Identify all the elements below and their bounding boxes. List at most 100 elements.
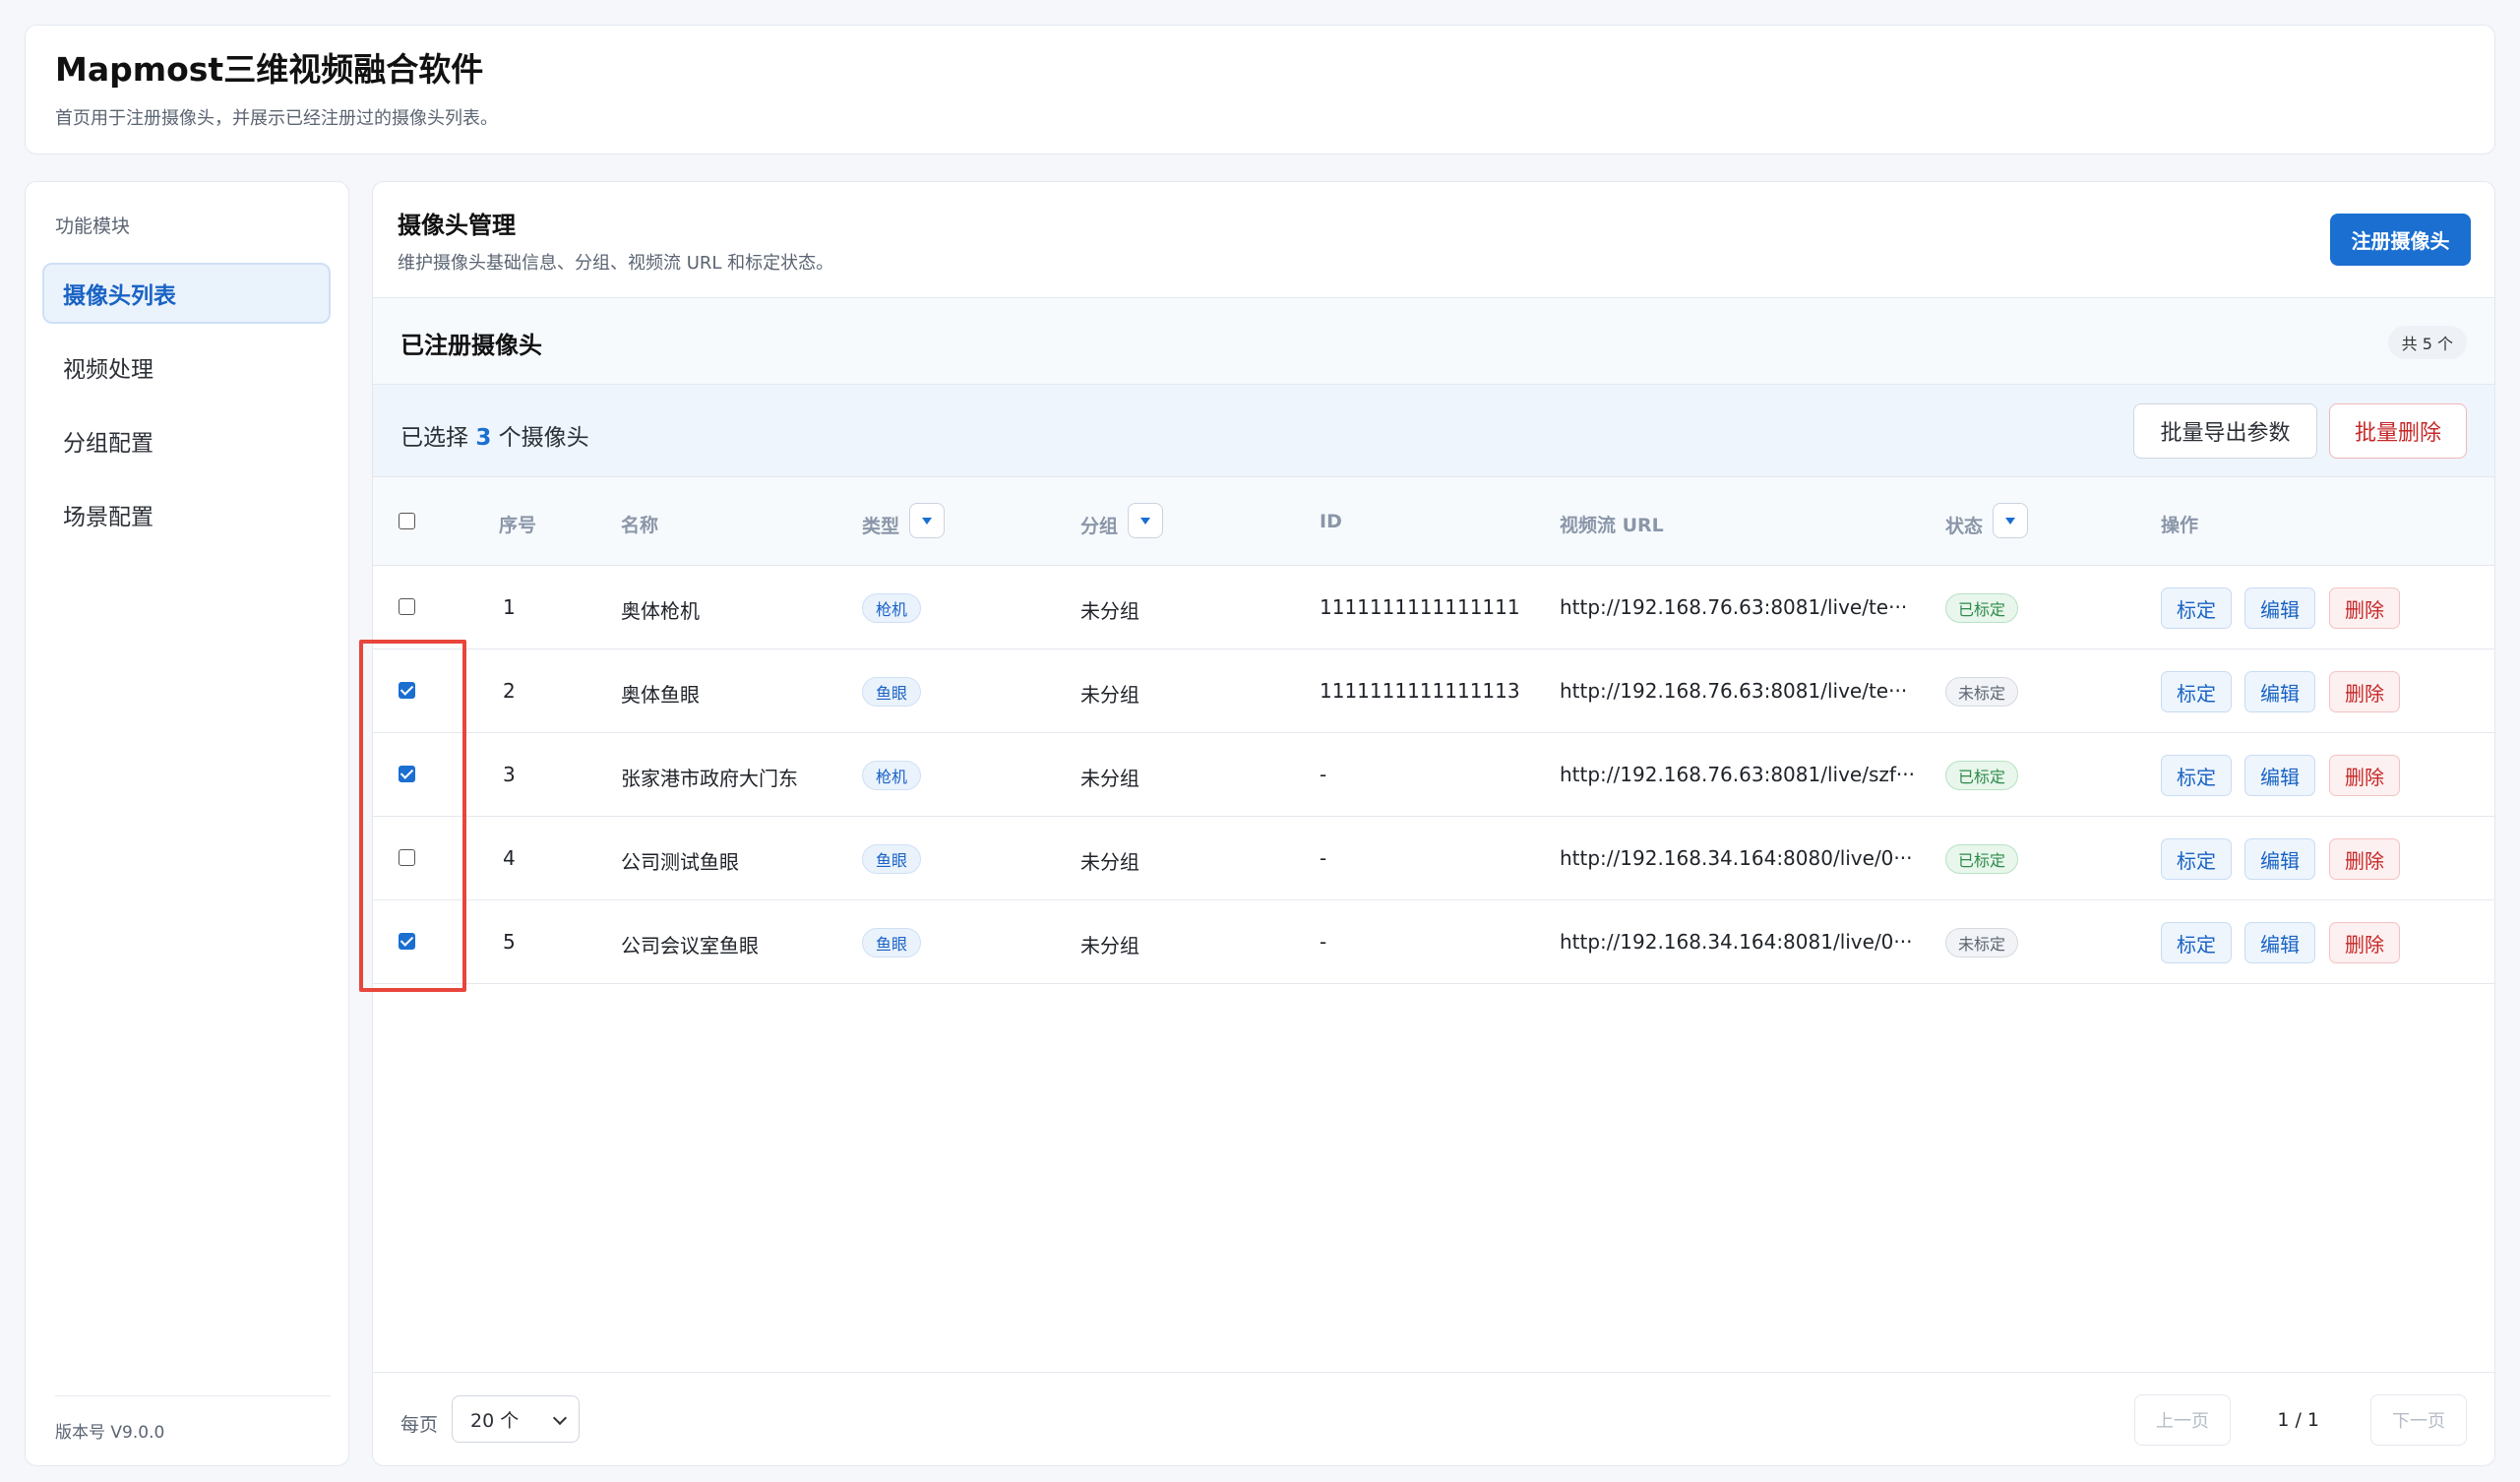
row-type-tag: 鱼眼: [862, 677, 922, 707]
sidebar-item-scene-config[interactable]: 场景配置: [42, 484, 331, 545]
list-title-bar: 已注册摄像头 共 5 个: [373, 298, 2494, 385]
prev-page-button[interactable]: 上一页: [2134, 1394, 2231, 1446]
delete-button[interactable]: 删除: [2329, 838, 2400, 880]
calibrate-button[interactable]: 标定: [2161, 838, 2232, 880]
sidebar-nav: 摄像头列表 视频处理 分组配置 场景配置: [42, 263, 331, 558]
row-index: 1: [503, 595, 516, 619]
row-group: 未分组: [1080, 767, 1139, 790]
row-url: http://192.168.34.164:8081/live/0···: [1560, 930, 1913, 954]
type-filter-button[interactable]: [909, 503, 946, 538]
row-type-tag: 枪机: [862, 761, 922, 790]
table-row: 5 公司会议室鱼眼 鱼眼 未分组 - http://192.168.34.164…: [373, 900, 2494, 984]
app-header: Mapmost三维视频融合软件 首页用于注册摄像头，并展示已经注册过的摄像头列表…: [25, 25, 2495, 154]
table-row: 2 奥体鱼眼 鱼眼 未分组 1111111111111113 http://19…: [373, 649, 2494, 733]
panel-header: 摄像头管理 维护摄像头基础信息、分组、视频流 URL 和标定状态。 注册摄像头: [373, 182, 2494, 298]
header-group: 分组: [1080, 503, 1164, 538]
per-page-value: 20 个: [470, 1409, 520, 1432]
row-status-badge: 已标定: [1945, 844, 2019, 874]
row-url: http://192.168.76.63:8081/live/szf···: [1560, 763, 1915, 786]
selection-count: 3: [475, 425, 492, 451]
calibrate-button[interactable]: 标定: [2161, 671, 2232, 712]
page-info: 1 / 1: [2277, 1409, 2319, 1431]
sidebar-item-group-config[interactable]: 分组配置: [42, 410, 331, 471]
row-checkbox[interactable]: [399, 766, 415, 782]
header-status: 状态: [1945, 503, 2029, 538]
row-name: 奥体枪机: [621, 599, 700, 623]
row-name: 公司会议室鱼眼: [621, 934, 759, 957]
header-actions: 操作: [2161, 511, 2198, 537]
row-url: http://192.168.76.63:8081/live/te···: [1560, 595, 1908, 619]
row-checkbox[interactable]: [399, 598, 415, 615]
version-label: 版本号 V9.0.0: [55, 1423, 165, 1443]
row-status-badge: 已标定: [1945, 593, 2019, 623]
row-checkbox[interactable]: [399, 849, 415, 866]
row-url: http://192.168.34.164:8080/live/0···: [1560, 846, 1913, 870]
row-name: 奥体鱼眼: [621, 683, 700, 707]
header-url: 视频流 URL: [1560, 511, 1664, 537]
batch-export-button[interactable]: 批量导出参数: [2133, 403, 2317, 459]
next-page-button[interactable]: 下一页: [2370, 1394, 2467, 1446]
row-status-badge: 未标定: [1945, 928, 2019, 957]
row-index: 5: [503, 930, 516, 954]
calibrate-button[interactable]: 标定: [2161, 922, 2232, 963]
row-id: -: [1320, 846, 1327, 870]
row-id: 1111111111111111: [1320, 595, 1520, 619]
edit-button[interactable]: 编辑: [2244, 587, 2315, 629]
per-page-select[interactable]: 20 个: [452, 1395, 580, 1443]
sidebar-section-title: 功能模块: [55, 216, 131, 237]
sidebar-item-camera-list[interactable]: 摄像头列表: [42, 263, 331, 324]
row-name: 公司测试鱼眼: [621, 850, 739, 874]
row-type-tag: 鱼眼: [862, 928, 922, 957]
count-badge: 共 5 个: [2387, 326, 2467, 359]
header-id-label: ID: [1320, 511, 1342, 532]
caret-down-icon: [2005, 517, 2016, 525]
row-name: 张家港市政府大门东: [621, 767, 798, 790]
delete-button[interactable]: 删除: [2329, 922, 2400, 963]
selection-prefix: 已选择: [400, 425, 468, 451]
select-all-checkbox[interactable]: [399, 513, 415, 529]
header-actions-label: 操作: [2161, 515, 2199, 536]
delete-button[interactable]: 删除: [2329, 671, 2400, 712]
edit-button[interactable]: 编辑: [2244, 922, 2315, 963]
header-type: 类型: [862, 503, 946, 538]
header-type-label: 类型: [862, 515, 900, 537]
row-checkbox[interactable]: [399, 682, 415, 699]
batch-delete-button[interactable]: 批量删除: [2329, 403, 2467, 459]
header-name-label: 名称: [621, 515, 659, 536]
row-url: http://192.168.76.63:8081/live/te···: [1560, 679, 1908, 703]
row-status-badge: 已标定: [1945, 761, 2019, 790]
header-status-label: 状态: [1945, 515, 1984, 537]
sidebar: 功能模块 摄像头列表 视频处理 分组配置 场景配置 版本号 V9.0.0: [25, 181, 349, 1466]
selection-summary: 已选择 3 个摄像头: [400, 418, 589, 452]
delete-button[interactable]: 删除: [2329, 587, 2400, 629]
header-index-label: 序号: [499, 515, 537, 536]
row-index: 4: [503, 846, 516, 870]
row-type-tag: 枪机: [862, 593, 922, 623]
row-status-badge: 未标定: [1945, 677, 2019, 707]
edit-button[interactable]: 编辑: [2244, 755, 2315, 796]
row-id: 1111111111111113: [1320, 679, 1520, 703]
sidebar-item-video-processing[interactable]: 视频处理: [42, 337, 331, 398]
calibrate-button[interactable]: 标定: [2161, 587, 2232, 629]
panel-description: 维护摄像头基础信息、分组、视频流 URL 和标定状态。: [398, 253, 834, 274]
row-group: 未分组: [1080, 683, 1139, 707]
row-type-tag: 鱼眼: [862, 844, 922, 874]
row-checkbox[interactable]: [399, 933, 415, 950]
edit-button[interactable]: 编辑: [2244, 838, 2315, 880]
status-filter-button[interactable]: [1993, 503, 2029, 538]
table-header: 序号 名称 类型 分组 ID 视频流 URL 状态 操作: [373, 477, 2494, 566]
header-id: ID: [1320, 511, 1342, 532]
group-filter-button[interactable]: [1128, 503, 1164, 538]
header-name: 名称: [621, 511, 658, 537]
app-subtitle: 首页用于注册摄像头，并展示已经注册过的摄像头列表。: [55, 108, 498, 129]
header-index: 序号: [499, 511, 536, 537]
list-title: 已注册摄像头: [400, 332, 542, 359]
register-camera-button[interactable]: 注册摄像头: [2330, 214, 2471, 266]
calibrate-button[interactable]: 标定: [2161, 755, 2232, 796]
delete-button[interactable]: 删除: [2329, 755, 2400, 796]
edit-button[interactable]: 编辑: [2244, 671, 2315, 712]
header-url-label: 视频流 URL: [1560, 515, 1664, 536]
row-index: 2: [503, 679, 516, 703]
row-group: 未分组: [1080, 850, 1139, 874]
row-group: 未分组: [1080, 599, 1139, 623]
